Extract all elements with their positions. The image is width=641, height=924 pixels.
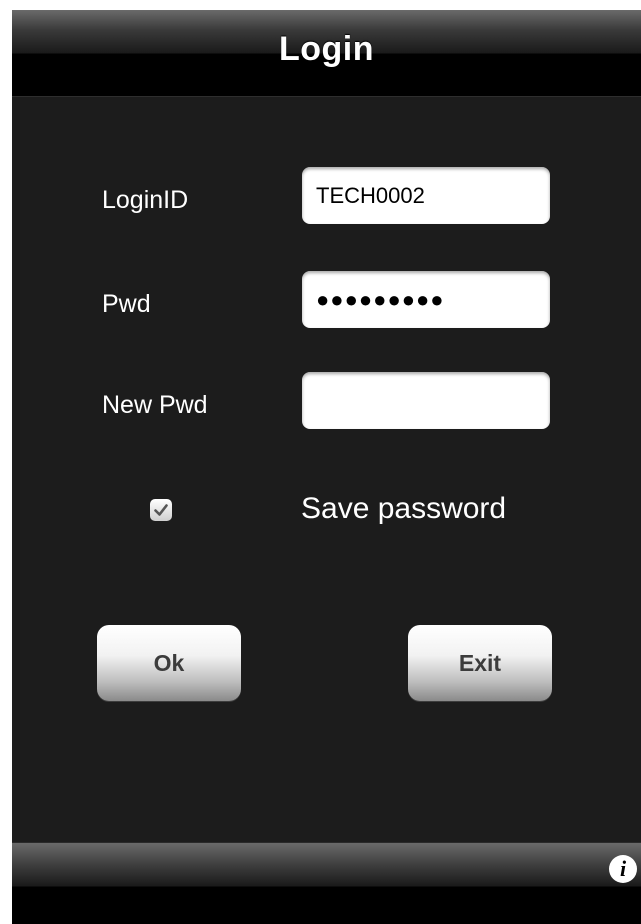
bottom-toolbar: i bbox=[12, 842, 641, 924]
pwd-field[interactable]: ●●●●●●●●● bbox=[302, 271, 550, 328]
save-password-checkbox[interactable] bbox=[150, 499, 172, 521]
login-id-value: TECH0002 bbox=[316, 182, 425, 208]
ok-button[interactable]: Ok bbox=[97, 625, 241, 701]
pwd-masked-value: ●●●●●●●●● bbox=[316, 286, 445, 312]
exit-button[interactable]: Exit bbox=[408, 625, 552, 701]
login-id-label: LoginID bbox=[102, 186, 189, 214]
pwd-label: Pwd bbox=[102, 290, 151, 318]
new-pwd-field[interactable] bbox=[302, 372, 550, 429]
info-icon[interactable]: i bbox=[609, 855, 637, 883]
new-pwd-label: New Pwd bbox=[102, 391, 208, 419]
login-screen: Login LoginID TECH0002 Pwd ●●●●●●●●● New… bbox=[12, 10, 641, 924]
save-password-label: Save password bbox=[301, 492, 507, 525]
checkmark-icon bbox=[154, 504, 168, 516]
page-title: Login bbox=[278, 30, 375, 68]
navigation-bar: Login bbox=[12, 10, 641, 97]
login-id-field[interactable]: TECH0002 bbox=[302, 167, 550, 224]
